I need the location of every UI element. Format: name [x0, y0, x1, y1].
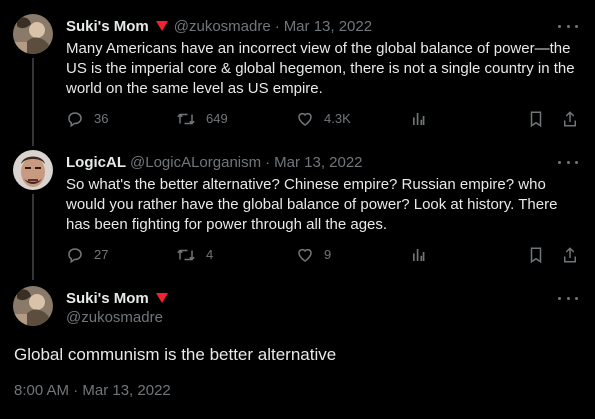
bookmark-icon [530, 247, 542, 264]
share-icon [564, 111, 576, 127]
more-icon[interactable] [558, 291, 578, 305]
retweet-button[interactable]: 649 [176, 109, 228, 129]
like-count: 4.3K [324, 111, 351, 126]
share-button[interactable] [562, 245, 588, 265]
like-icon [298, 112, 312, 126]
bookmark-icon [530, 111, 542, 128]
tweet-header: LogicAL @LogicALorganism · Mar 13, 2022 [66, 152, 555, 172]
views-icon [413, 113, 425, 125]
avatar[interactable] [13, 286, 53, 326]
avatar[interactable] [13, 150, 53, 190]
retweet-icon [177, 113, 195, 125]
action-bar: 27 4 9 [66, 245, 579, 265]
retweet-count: 649 [206, 111, 228, 126]
main-tweet-header: Suki's Mom [66, 288, 555, 308]
more-icon[interactable] [558, 19, 578, 33]
like-button[interactable]: 4.3K [296, 109, 351, 129]
separator: · [274, 17, 280, 35]
retweet-icon [177, 249, 195, 261]
separator: · [265, 153, 271, 171]
tweet-header: Suki's Mom @zukosmadre · Mar 13, 2022 [66, 16, 555, 36]
like-count: 9 [324, 247, 332, 262]
username[interactable]: @LogicALorganism [130, 154, 261, 171]
reply-button[interactable]: 27 [66, 245, 108, 265]
tweet-date[interactable]: Mar 13, 2022 [284, 18, 372, 35]
bookmark-button[interactable] [528, 109, 554, 129]
retweet-count: 4 [206, 247, 214, 262]
verified-badge-icon [155, 21, 168, 31]
username[interactable]: @zukosmadre [66, 309, 163, 326]
share-button[interactable] [562, 109, 588, 129]
reply-button[interactable]: 36 [66, 109, 108, 129]
reply-count: 27 [94, 247, 109, 262]
more-icon[interactable] [558, 155, 578, 169]
retweet-button[interactable]: 4 [176, 245, 213, 265]
tweet-date[interactable]: Mar 13, 2022 [274, 154, 362, 171]
reply-icon [68, 248, 82, 264]
share-icon [564, 247, 576, 263]
tweet-timestamp[interactable]: 8:00 AM · Mar 13, 2022 [14, 382, 171, 399]
views-button[interactable] [411, 109, 437, 129]
verified-badge-icon [155, 293, 168, 303]
reply-count: 36 [94, 111, 109, 126]
display-name[interactable]: LogicAL [66, 154, 126, 171]
username[interactable]: @zukosmadre [174, 18, 271, 35]
tweet-text: Many Americans have an incorrect view of… [66, 40, 575, 97]
like-button[interactable]: 9 [296, 245, 331, 265]
avatar[interactable] [13, 14, 53, 54]
display-name[interactable]: Suki's Mom [66, 290, 149, 307]
like-icon [298, 248, 312, 262]
tweet-1[interactable]: Suki's Mom @zukosmadre · Mar 13, 2022 Ma… [0, 14, 595, 134]
tweet-text: So what's the better alternative? Chines… [66, 176, 558, 233]
views-button[interactable] [411, 245, 437, 265]
action-bar: 36 649 4.3K [66, 109, 579, 129]
main-tweet: Suki's Mom @zukosmadre Global communism … [0, 286, 595, 416]
display-name[interactable]: Suki's Mom [66, 18, 149, 35]
reply-icon [68, 112, 82, 128]
tweet-2[interactable]: LogicAL @LogicALorganism · Mar 13, 2022 … [0, 150, 595, 270]
main-tweet-text: Global communism is the better alternati… [14, 345, 337, 364]
views-icon [413, 249, 425, 261]
bookmark-button[interactable] [528, 245, 554, 265]
